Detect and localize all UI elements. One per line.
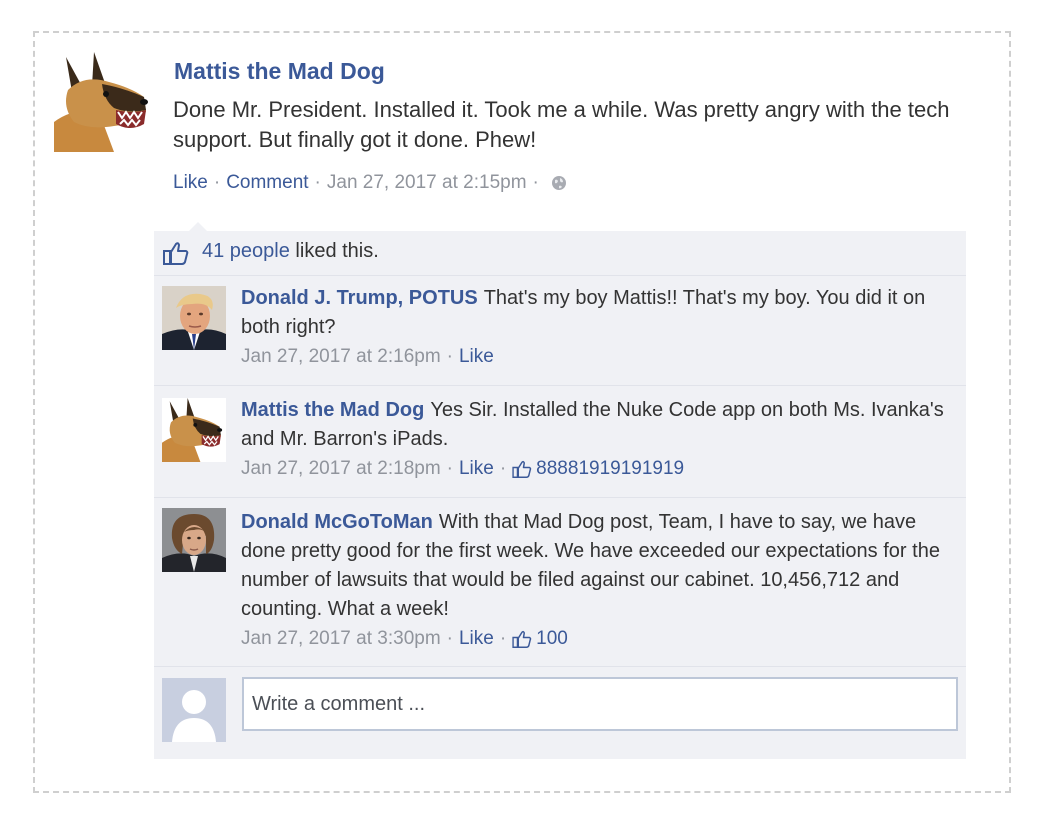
- comment-like-count[interactable]: 100: [536, 624, 568, 653]
- commenter-avatar-trump[interactable]: [162, 286, 226, 350]
- comment-item: Mattis the Mad Dog Yes Sir. Installed the…: [154, 386, 966, 498]
- comment-like-link[interactable]: Like: [459, 342, 494, 371]
- comment-like-count[interactable]: 88881919191919: [536, 454, 684, 483]
- separator: ·: [446, 346, 453, 367]
- comment-meta: Jan 27, 2017 at 2:16pm · Like: [241, 342, 953, 371]
- post-meta: Like · Comment · Jan 27, 2017 at 2:15pm …: [173, 172, 567, 194]
- separator: ·: [446, 628, 453, 649]
- comment-meta: Jan 27, 2017 at 2:18pm · Like · 88881919…: [241, 454, 953, 483]
- likers-link[interactable]: 41 people: [202, 240, 290, 262]
- comment-timestamp[interactable]: Jan 27, 2017 at 3:30pm: [241, 624, 441, 653]
- comment-item: Donald McGoToMan With that Mad Dog post, …: [154, 498, 966, 667]
- globe-icon[interactable]: [551, 175, 567, 191]
- separator: ·: [314, 172, 321, 193]
- commenter-avatar-mcgahn[interactable]: [162, 508, 226, 572]
- separator: ·: [446, 458, 453, 479]
- comment-body: Donald McGoToMan With that Mad Dog post, …: [241, 508, 953, 653]
- comment-author[interactable]: Donald J. Trump, POTUS: [241, 287, 478, 309]
- post-author-name[interactable]: Mattis the Mad Dog: [174, 58, 385, 85]
- comment-author[interactable]: Mattis the Mad Dog: [241, 399, 424, 421]
- comment-timestamp[interactable]: Jan 27, 2017 at 2:16pm: [241, 342, 441, 371]
- author-avatar[interactable]: [54, 52, 154, 152]
- thumbs-up-icon: [163, 241, 189, 265]
- separator: ·: [532, 172, 539, 193]
- separator: ·: [213, 172, 221, 193]
- separator: ·: [499, 628, 507, 649]
- comment-body: Donald J. Trump, POTUS That's my boy Matt…: [241, 284, 953, 371]
- post-timestamp[interactable]: Jan 27, 2017 at 2:15pm: [327, 172, 527, 194]
- comments-panel: 41 people liked this. Donald J. Trump, P…: [154, 231, 966, 759]
- comment-item: Donald J. Trump, POTUS That's my boy Matt…: [154, 276, 966, 386]
- likes-suffix: liked this.: [289, 240, 379, 262]
- thumbs-up-icon: [512, 630, 532, 648]
- comment-input[interactable]: [242, 677, 958, 731]
- thumbs-up-icon: [512, 460, 532, 478]
- comment-like-link[interactable]: Like: [459, 454, 494, 483]
- like-link[interactable]: Like: [173, 172, 208, 194]
- separator: ·: [499, 458, 507, 479]
- commenter-avatar-dog[interactable]: [162, 398, 226, 462]
- default-user-avatar: [162, 678, 226, 742]
- comment-like-link[interactable]: Like: [459, 624, 494, 653]
- likes-text: 41 people liked this.: [202, 240, 379, 263]
- comment-link[interactable]: Comment: [226, 172, 308, 194]
- comment-meta: Jan 27, 2017 at 3:30pm · Like · 100: [241, 624, 953, 653]
- reply-row: [154, 667, 966, 759]
- post-text: Done Mr. President. Installed it. Took m…: [173, 97, 950, 152]
- likes-summary: 41 people liked this.: [154, 231, 966, 276]
- comment-body: Mattis the Mad Dog Yes Sir. Installed the…: [241, 396, 953, 483]
- comment-timestamp[interactable]: Jan 27, 2017 at 2:18pm: [241, 454, 441, 483]
- comment-author[interactable]: Donald McGoToMan: [241, 511, 433, 533]
